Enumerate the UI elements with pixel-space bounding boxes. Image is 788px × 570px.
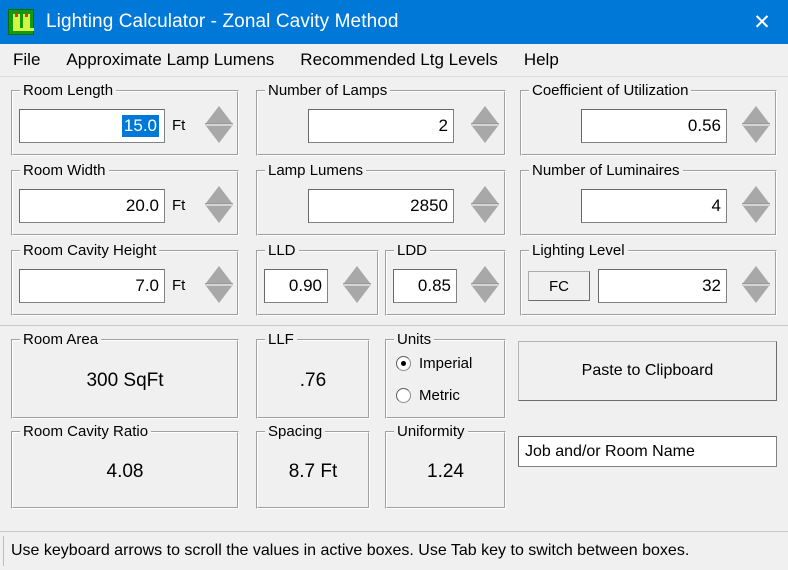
- room-width-spinner[interactable]: [201, 179, 237, 229]
- lld-spinner[interactable]: [339, 259, 375, 309]
- paste-to-clipboard-button[interactable]: Paste to Clipboard: [518, 341, 777, 401]
- menu-item-file[interactable]: File: [13, 50, 40, 70]
- room-cavity-height-input[interactable]: 7.0: [19, 269, 165, 303]
- label-lighting-level: Lighting Level: [529, 242, 628, 259]
- status-bar-text: Use keyboard arrows to scroll the values…: [3, 536, 785, 566]
- label-llf: LLF: [265, 331, 297, 348]
- room-length-spinner[interactable]: [201, 99, 237, 149]
- coefficient-of-utilization-input[interactable]: 0.56: [581, 109, 727, 143]
- lld-value: 0.90: [288, 276, 322, 295]
- lighting-level-spinner[interactable]: [738, 259, 774, 309]
- radio-metric-indicator[interactable]: [396, 388, 411, 403]
- radio-metric-label: Metric: [419, 387, 460, 404]
- lamp-lumens-value: 2850: [410, 196, 448, 215]
- radio-option-imperial[interactable]: Imperial: [396, 355, 472, 372]
- number-of-lamps-value: 2: [438, 116, 448, 135]
- label-room-length: Room Length: [20, 82, 117, 99]
- inputs-panel: Room Length 15.0 Ft Number of Lamps 2 Co…: [0, 77, 788, 326]
- job-room-name-value: Job and/or Room Name: [525, 442, 695, 460]
- label-uniformity: Uniformity: [394, 423, 468, 440]
- number-of-luminaires-spinner[interactable]: [738, 179, 774, 229]
- window-title: Lighting Calculator - Zonal Cavity Metho…: [46, 11, 399, 32]
- menu-item-approximate-lamp-lumens[interactable]: Approximate Lamp Lumens: [66, 50, 274, 70]
- label-spacing: Spacing: [265, 423, 326, 440]
- status-bar: Use keyboard arrows to scroll the values…: [0, 531, 788, 570]
- label-room-area: Room Area: [20, 331, 102, 348]
- label-number-of-lamps: Number of Lamps: [265, 82, 391, 99]
- lamp-lumens-spinner[interactable]: [467, 179, 503, 229]
- radio-imperial-label: Imperial: [419, 355, 473, 372]
- room-width-input[interactable]: 20.0: [19, 189, 165, 223]
- lighting-level-input[interactable]: 32: [598, 269, 727, 303]
- number-of-luminaires-input[interactable]: 4: [581, 189, 727, 223]
- room-cavity-ratio-value: 4.08: [106, 461, 144, 482]
- radio-option-metric[interactable]: Metric: [396, 387, 460, 404]
- label-room-cavity-ratio: Room Cavity Ratio: [20, 423, 152, 440]
- label-lld: LLD: [265, 242, 299, 259]
- coefficient-of-utilization-spinner[interactable]: [738, 99, 774, 149]
- ldd-input[interactable]: 0.85: [393, 269, 457, 303]
- coefficient-of-utilization-value: 0.56: [687, 116, 721, 135]
- llf-value: .76: [299, 370, 327, 391]
- ldd-spinner[interactable]: [467, 259, 503, 309]
- number-of-lamps-input[interactable]: 2: [308, 109, 454, 143]
- room-area-value: 300 SqFt: [86, 370, 164, 391]
- label-room-width: Room Width: [20, 162, 109, 179]
- menu-item-help[interactable]: Help: [524, 50, 559, 70]
- lighting-level-value: 32: [702, 276, 721, 295]
- lamp-lumens-input[interactable]: 2850: [308, 189, 454, 223]
- label-coefficient-of-utilization: Coefficient of Utilization: [529, 82, 692, 99]
- menu-bar: File Approximate Lamp Lumens Recommended…: [0, 44, 788, 77]
- results-panel: Room Area 300 SqFt LLF .76 Units Imperia…: [0, 326, 788, 522]
- room-cavity-height-value: 7.0: [135, 276, 159, 295]
- room-length-value: 15.0: [121, 115, 159, 137]
- room-length-input[interactable]: 15.0: [19, 109, 165, 143]
- room-cavity-height-spinner[interactable]: [201, 259, 237, 309]
- label-ldd: LDD: [394, 242, 431, 259]
- menu-item-recommended-ltg-levels[interactable]: Recommended Ltg Levels: [300, 50, 498, 70]
- label-room-cavity-height: Room Cavity Height: [20, 242, 160, 259]
- label-units: Units: [394, 331, 435, 348]
- uniformity-value: 1.24: [427, 461, 464, 482]
- job-room-name-input[interactable]: Job and/or Room Name: [518, 436, 777, 467]
- label-number-of-luminaires: Number of Luminaires: [529, 162, 683, 179]
- title-bar: Lighting Calculator - Zonal Cavity Metho…: [0, 0, 788, 44]
- label-lamp-lumens: Lamp Lumens: [265, 162, 367, 179]
- lamps-icon: [8, 9, 34, 35]
- room-length-unit: Ft: [172, 117, 186, 134]
- lld-input[interactable]: 0.90: [264, 269, 328, 303]
- group-units: Units: [385, 331, 506, 419]
- number-of-luminaires-value: 4: [711, 196, 721, 215]
- room-cavity-height-unit: Ft: [172, 277, 186, 294]
- room-width-value: 20.0: [125, 196, 159, 215]
- ldd-value: 0.85: [417, 276, 451, 295]
- spacing-value: 8.7 Ft: [288, 461, 338, 482]
- room-width-unit: Ft: [172, 197, 186, 214]
- radio-imperial-indicator[interactable]: [396, 356, 411, 371]
- number-of-lamps-spinner[interactable]: [467, 99, 503, 149]
- lighting-level-unit-button[interactable]: FC: [528, 271, 590, 301]
- close-icon[interactable]: ✕: [736, 0, 788, 44]
